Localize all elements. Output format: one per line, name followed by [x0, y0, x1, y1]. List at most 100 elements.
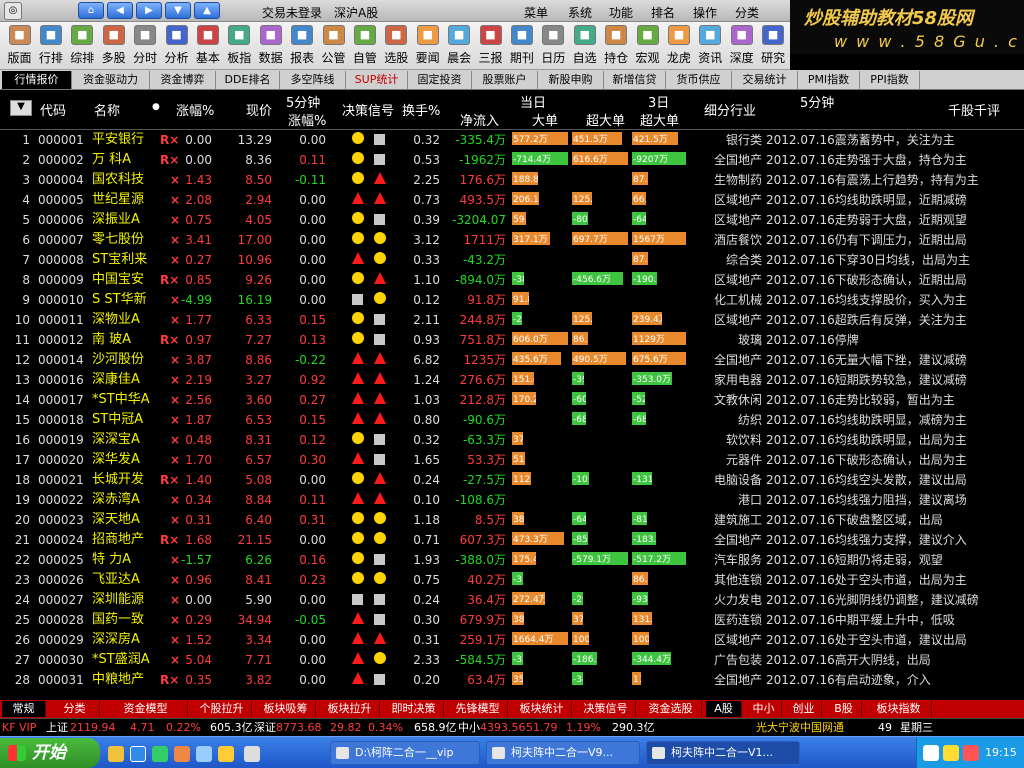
ie-icon[interactable] [130, 746, 146, 762]
stock-name[interactable]: 深深宝A [92, 432, 140, 448]
table-row[interactable]: 16000019深深宝A×0.488.310.120.32-63.3万37.0万… [0, 430, 1024, 450]
stock-code[interactable]: 000006 [38, 212, 84, 228]
menu-item[interactable]: 排名 [651, 4, 675, 21]
stock-name[interactable]: *ST盛润A [92, 652, 150, 668]
tab-bottom-5[interactable]: 板块拉升 [320, 701, 380, 717]
col-change[interactable]: 涨幅% [176, 100, 214, 119]
tab-top-12[interactable]: PMI指数 [798, 71, 860, 89]
toolbar-button-0[interactable]: ■ 版面 [4, 22, 35, 70]
table-row[interactable]: 10000011深物业A×1.776.330.152.11244.8万-25.0… [0, 310, 1024, 330]
table-row[interactable]: 18000021长城开发R×1.405.080.000.24-27.5万112.… [0, 470, 1024, 490]
stock-name[interactable]: 沙河股份 [92, 352, 144, 368]
stock-name[interactable]: 深振业A [92, 212, 140, 228]
tab-top-9[interactable]: 新增信贷 [604, 71, 666, 89]
table-row[interactable]: 22 000025 特 力A × -1.57 6.26 0.16 1.93 -388.0万 175… [0, 550, 1024, 570]
table-row[interactable]: 7000008ST宝利来×0.2710.960.000.33-43.2万87.2… [0, 250, 1024, 270]
tab-top-0[interactable]: 行情报价 [2, 71, 72, 89]
stock-name[interactable]: 招商地产 [92, 532, 144, 548]
tab-top-7[interactable]: 股票账户 [472, 71, 538, 89]
stock-code[interactable]: 000010 [38, 292, 84, 308]
stock-name[interactable]: 平安银行 [92, 132, 144, 148]
table-row[interactable]: 28000031中粮地产R×0.353.820.000.2063.4万35.9万… [0, 670, 1024, 690]
col-3day-super[interactable]: 超大单 [640, 110, 679, 129]
stock-code[interactable]: 000027 [38, 592, 84, 608]
stock-code[interactable]: 000016 [38, 372, 84, 388]
toolbar-button-11[interactable]: ■ 自管 [349, 22, 380, 70]
table-row[interactable]: 11 000012 南 玻A R× 0.97 7.27 0.13 0.93 751.8万 606.… [0, 330, 1024, 350]
quicklaunch-icon[interactable] [244, 746, 260, 762]
stock-code[interactable]: 000023 [38, 512, 84, 528]
toolbar-button-20[interactable]: ■ 宏观 [632, 22, 663, 70]
tab-top-10[interactable]: 货币供应 [666, 71, 732, 89]
login-status[interactable]: 交易未登录 [262, 4, 322, 21]
stock-code[interactable]: 000031 [38, 672, 84, 688]
col-5min-change[interactable]: 涨幅% [288, 110, 326, 129]
tab-bottom-13[interactable]: 创业 [786, 701, 822, 717]
tab-bottom-8[interactable]: 板块统计 [512, 701, 572, 717]
stock-code[interactable]: 000018 [38, 412, 84, 428]
tab-bottom-6[interactable]: 即时决策 [384, 701, 444, 717]
toolbar-button-21[interactable]: ■ 龙虎 [663, 22, 694, 70]
stock-name[interactable]: *ST中华A [92, 392, 150, 408]
table-row[interactable]: 2 000002 万 科A R× 0.00 8.36 0.11 0.53 -1962万 -714.… [0, 150, 1024, 170]
table-row[interactable]: 21 000024 招商地产 R× 1.68 21.15 0.00 0.71 607.3万 473… [0, 530, 1024, 550]
stock-name[interactable]: 南 玻A [92, 332, 131, 348]
table-row[interactable]: 4000005世纪星源×2.082.940.000.73493.5万206.1万… [0, 190, 1024, 210]
tab-top-3[interactable]: DDE排名 [216, 71, 280, 89]
tab-bottom-0[interactable]: 常规 [2, 701, 46, 717]
table-row[interactable]: 17000020深华发A×1.706.570.301.6553.3万51.7万元… [0, 450, 1024, 470]
col-code[interactable]: 代码 [40, 100, 66, 119]
table-row[interactable]: 5000006深振业A×0.754.050.000.39-3204.0759.5… [0, 210, 1024, 230]
tab-bottom-4[interactable]: 板块吸筹 [256, 701, 316, 717]
taskbar-window-folder[interactable]: D:\柯阵二合一__vip [330, 741, 480, 765]
col-signal[interactable]: 决策信号 [342, 100, 394, 119]
toolbar-button-3[interactable]: ■ 多股 [98, 22, 129, 70]
table-row[interactable]: 23000026飞亚达A×0.968.410.230.7540.2万-31.7万… [0, 570, 1024, 590]
stock-code[interactable]: 000002 [38, 152, 84, 168]
toolbar-button-5[interactable]: ■ 分析 [161, 22, 192, 70]
toolbar-button-4[interactable]: ■ 分时 [130, 22, 161, 70]
stock-name[interactable]: 万 科A [92, 152, 131, 168]
table-row[interactable]: 24 000027 深圳能源 × 0.00 5.90 0.00 0.24 36.4万 272.4万… [0, 590, 1024, 610]
col-price[interactable]: 现价 [246, 100, 272, 119]
stock-code[interactable]: 000026 [38, 572, 84, 588]
toolbar-button-10[interactable]: ■ 公管 [318, 22, 349, 70]
table-row[interactable]: 3 000004 国农科技 × 1.43 8.50 -0.11 2.25 176.6万 188.8… [0, 170, 1024, 190]
table-row[interactable]: 14 000017 *ST中华A × 2.56 3.60 0.27 1.03 212.8万 170… [0, 390, 1024, 410]
col-comment[interactable]: 千股千评 [948, 100, 1000, 119]
toolbar-button-24[interactable]: ■ 研究 [758, 22, 789, 70]
stock-name[interactable]: ST宝利来 [92, 252, 147, 268]
table-row[interactable]: 15000018ST中冠A×1.876.530.150.80-90.6万-68.… [0, 410, 1024, 430]
tab-top-5[interactable]: SUP统计 [346, 71, 408, 89]
column-menu-icon[interactable]: ▼ [10, 100, 32, 116]
stock-code[interactable]: 000004 [38, 172, 84, 188]
tray-icon[interactable] [943, 745, 959, 761]
col-name[interactable]: 名称 [94, 100, 120, 119]
table-row[interactable]: 13000016深康佳A×2.193.270.921.24276.6万151.4… [0, 370, 1024, 390]
taskbar-window-app-active[interactable]: 柯夫阵中二合一V1... [646, 741, 800, 765]
tab-bottom-2[interactable]: 资金模型 [104, 701, 188, 717]
stock-name[interactable]: 中粮地产 [92, 672, 144, 688]
menu-item[interactable]: 操作 [693, 4, 717, 21]
col-industry[interactable]: 细分行业 [704, 100, 756, 119]
start-button[interactable]: 开始 [0, 738, 100, 768]
toolbar-button-19[interactable]: ■ 持仓 [601, 22, 632, 70]
tab-bottom-10[interactable]: 资金选股 [640, 701, 702, 717]
stock-code[interactable]: 000017 [38, 392, 84, 408]
stock-name[interactable]: 长城开发 [92, 472, 144, 488]
menu-item[interactable]: 系统 [568, 4, 592, 21]
table-row[interactable]: 20000023深天地A×0.316.400.311.188.5万38.6万-6… [0, 510, 1024, 530]
stock-code[interactable]: 000021 [38, 472, 84, 488]
toolbar-button-18[interactable]: ■ 自选 [569, 22, 600, 70]
tab-bottom-11[interactable]: A股 [706, 701, 742, 717]
toolbar-button-8[interactable]: ■ 数据 [255, 22, 286, 70]
stock-code[interactable]: 000005 [38, 192, 84, 208]
tab-top-1[interactable]: 资金驱动力 [72, 71, 150, 89]
toolbar-button-22[interactable]: ■ 资讯 [695, 22, 726, 70]
toolbar-button-9[interactable]: ■ 报表 [287, 22, 318, 70]
table-row[interactable]: 1 000001 平安银行 R× 0.00 13.29 0.00 0.32 -335.4万 577… [0, 130, 1024, 150]
tab-bottom-14[interactable]: B股 [826, 701, 862, 717]
menu-item[interactable]: 菜单 [524, 4, 548, 21]
stock-name[interactable]: S ST华新 [92, 292, 147, 308]
back-icon[interactable]: ◀ [107, 2, 133, 19]
